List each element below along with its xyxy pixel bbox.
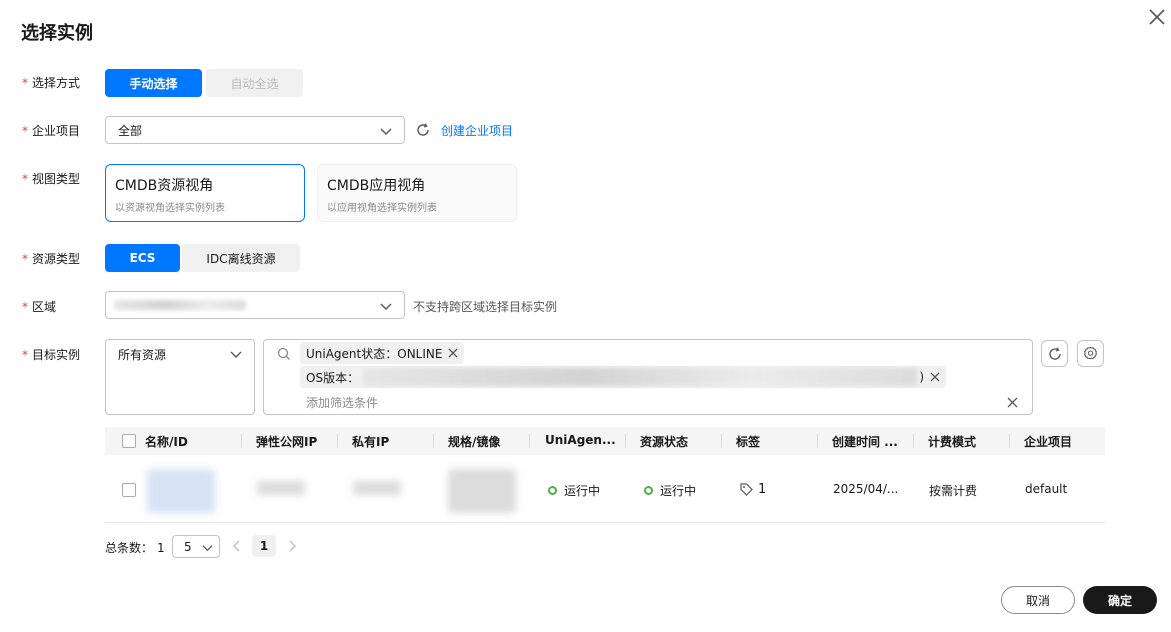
total-count: 总条数： 1 (105, 541, 165, 555)
status-ok-icon (548, 486, 557, 495)
enterprise-project-cell: default (1025, 482, 1068, 496)
uniagent-status: 运行中 (548, 482, 600, 499)
column-header-enterprise-project[interactable]: 企业项目 (1024, 433, 1072, 450)
billing-mode: 按需计费 (929, 484, 978, 498)
confirm-button[interactable]: 确定 (1083, 586, 1157, 614)
view-card-cmdb-application[interactable]: CMDB应用视角 以应用视角选择实例列表 (317, 164, 517, 222)
enterprise-project-select[interactable]: 全部 (105, 116, 405, 144)
auto-select-all-button[interactable]: 自动全选 (206, 69, 303, 97)
table-row[interactable]: 运行中 运行中 1 2025/04/... 按需计费 default (105, 455, 1105, 523)
add-filter-input[interactable]: 添加筛选条件 (306, 394, 378, 411)
chevron-down-icon (380, 128, 392, 135)
spec-redacted (448, 469, 516, 513)
clear-filters-icon[interactable] (1007, 397, 1018, 408)
enterprise-project-value: 全部 (118, 123, 143, 138)
column-divider (529, 434, 530, 448)
create-enterprise-project-link[interactable]: 创建企业项目 (441, 122, 513, 139)
region-label: * 区域 (22, 300, 57, 314)
column-divider (721, 434, 722, 448)
eip-redacted (257, 481, 305, 495)
card-desc: 以资源视角选择实例列表 (115, 203, 225, 214)
required-mark: * (22, 300, 28, 314)
row-checkbox[interactable] (122, 483, 136, 497)
column-divider (241, 434, 242, 448)
table-header: 名称/ID 弹性公网IP 私有IP 规格/镜像 UniAgen... 资源状态 … (105, 427, 1105, 455)
resource-scope-value: 所有资源 (118, 348, 167, 362)
refresh-list-button[interactable] (1041, 340, 1068, 367)
card-desc: 以应用视角选择实例列表 (327, 203, 437, 214)
page-number-current[interactable]: 1 (252, 535, 276, 557)
column-divider (817, 434, 818, 448)
column-divider (625, 434, 626, 448)
required-mark: * (22, 172, 28, 186)
resource-scope-select[interactable]: 所有资源 (105, 339, 255, 415)
cancel-button[interactable]: 取消 (1001, 586, 1075, 614)
search-icon (277, 347, 290, 360)
resource-type-ecs[interactable]: ECS (105, 244, 180, 272)
view-type-label: * 视图类型 (22, 172, 81, 186)
required-mark: * (22, 252, 28, 266)
next-page-icon[interactable] (285, 538, 299, 554)
column-divider (1009, 434, 1010, 448)
column-divider (337, 434, 338, 448)
required-mark: * (22, 348, 28, 362)
instance-name-redacted[interactable] (147, 469, 215, 513)
close-icon (1149, 9, 1165, 25)
created-time: 2025/04/... (833, 482, 899, 496)
region-select[interactable] (105, 291, 405, 319)
tag-count[interactable]: 1 (740, 482, 766, 497)
private-ip-redacted (353, 481, 401, 495)
card-title: CMDB资源视角 (115, 178, 214, 194)
resource-type-idc[interactable]: IDC离线资源 (182, 244, 300, 272)
column-header-private-ip[interactable]: 私有IP (352, 433, 389, 450)
dialog-title: 选择实例 (21, 23, 93, 44)
page-size-select[interactable]: 5 (172, 535, 220, 558)
target-instance-label: * 目标实例 (22, 348, 81, 362)
close-button[interactable] (1146, 6, 1168, 28)
view-card-cmdb-resource[interactable]: CMDB资源视角 以资源视角选择实例列表 (105, 164, 305, 222)
required-mark: * (22, 76, 28, 90)
manual-select-button[interactable]: 手动选择 (105, 69, 202, 97)
column-header-eip[interactable]: 弹性公网IP (256, 433, 317, 450)
column-divider (433, 434, 434, 448)
column-header-billing[interactable]: 计费模式 (928, 433, 976, 450)
status-ok-icon (644, 486, 653, 495)
column-divider (913, 434, 914, 448)
column-header-uniagent[interactable]: UniAgen... (545, 433, 616, 447)
tag-icon (740, 483, 753, 496)
filter-tag-prefix: OS版本： (306, 370, 360, 385)
settings-button[interactable] (1077, 340, 1104, 367)
card-title: CMDB应用视角 (327, 178, 426, 194)
region-hint: 不支持跨区域选择目标实例 (413, 300, 558, 314)
required-mark: * (22, 124, 28, 138)
region-value-redacted (114, 300, 246, 310)
filter-box[interactable]: UniAgent状态：ONLINE OS版本： ) 添加筛选条件 (263, 339, 1033, 415)
gear-icon (1083, 346, 1098, 360)
remove-filter-icon[interactable] (448, 348, 458, 358)
filter-tag-suffix: ) (919, 370, 925, 384)
filter-tag-os-version: OS版本： ) (300, 366, 946, 388)
refresh-icon[interactable] (416, 123, 430, 137)
os-version-redacted (363, 368, 918, 386)
remove-filter-icon[interactable] (930, 372, 940, 382)
select-all-checkbox[interactable] (122, 434, 136, 448)
chevron-down-icon (202, 545, 213, 552)
chevron-down-icon (230, 351, 242, 358)
filter-tag-text: UniAgent状态：ONLINE (306, 346, 443, 361)
column-header-resource-status[interactable]: 资源状态 (640, 433, 688, 450)
selection-mode-label: * 选择方式 (22, 76, 81, 90)
filter-tag-uniagent: UniAgent状态：ONLINE (300, 342, 465, 364)
resource-status: 运行中 (644, 482, 696, 499)
resource-type-label: * 资源类型 (22, 252, 81, 266)
enterprise-project-label: * 企业项目 (22, 124, 81, 138)
prev-page-icon[interactable] (230, 538, 244, 554)
chevron-down-icon (380, 303, 392, 310)
column-header-tags[interactable]: 标签 (736, 433, 760, 450)
refresh-icon (1048, 346, 1061, 360)
column-header-spec[interactable]: 规格/镜像 (448, 433, 500, 450)
column-header-created[interactable]: 创建时间 ... (832, 433, 898, 450)
column-header-name[interactable]: 名称/ID (145, 433, 188, 450)
